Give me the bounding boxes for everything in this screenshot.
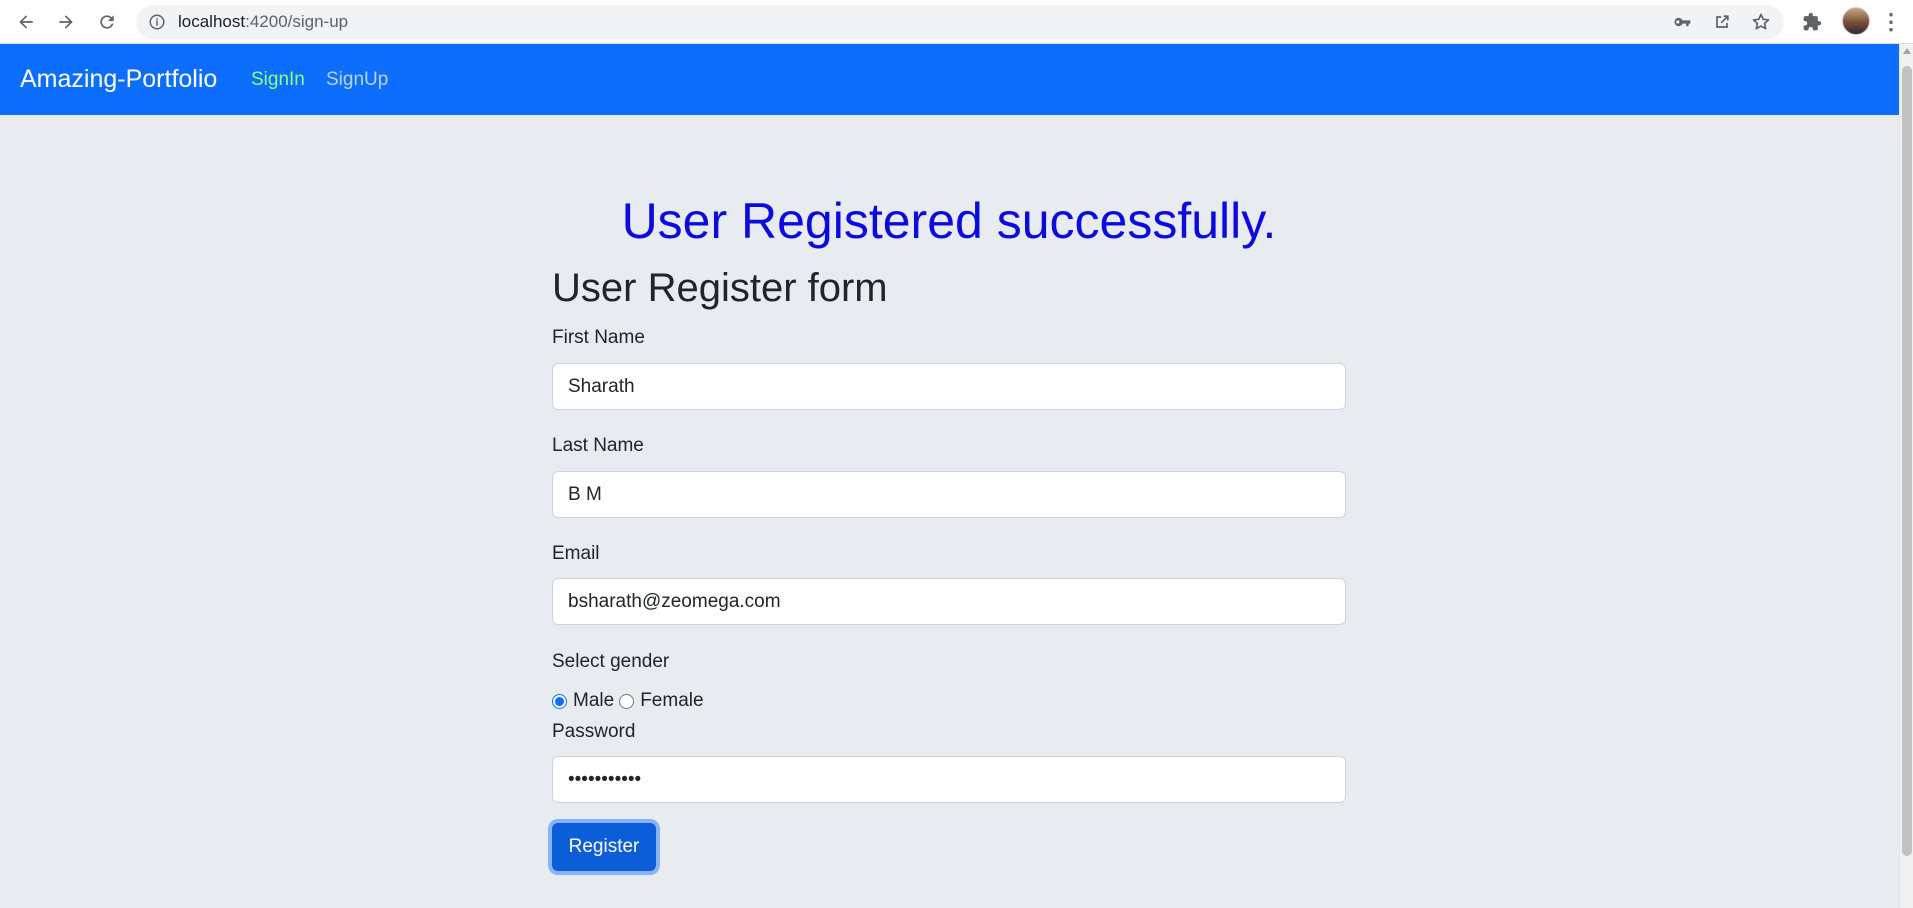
password-input[interactable] (552, 756, 1346, 803)
male-radio-label[interactable]: Male (573, 690, 614, 712)
info-icon[interactable] (148, 13, 166, 31)
register-button[interactable]: Register (552, 823, 656, 871)
female-radio-label[interactable]: Female (640, 690, 703, 712)
password-label: Password (552, 721, 636, 742)
url-text: localhost:4200/sign-up (178, 5, 348, 39)
last-name-label: Last Name (552, 435, 644, 456)
gender-radio-group: Male Female (552, 688, 709, 714)
profile-avatar[interactable] (1842, 7, 1870, 35)
success-message: User Registered successfully. (621, 193, 1277, 249)
back-arrow-icon[interactable] (10, 6, 42, 38)
email-input[interactable] (552, 578, 1346, 625)
star-icon[interactable] (1751, 12, 1771, 32)
url-path: :4200/sign-up (245, 12, 349, 31)
forward-arrow-icon[interactable] (50, 6, 82, 38)
key-icon[interactable] (1672, 12, 1692, 32)
female-radio[interactable] (619, 693, 635, 709)
form-title: User Register form (552, 266, 888, 310)
last-name-input[interactable] (552, 471, 1346, 518)
app-navbar: Amazing-Portfolio SignIn SignUp (0, 44, 1899, 115)
first-name-input[interactable] (552, 363, 1346, 410)
scroll-thumb[interactable] (1902, 66, 1912, 856)
more-vert-icon[interactable]: ⋮ (1878, 8, 1904, 36)
nav-link-signup[interactable]: SignUp (326, 44, 388, 115)
brand-link[interactable]: Amazing-Portfolio (20, 44, 217, 115)
url-host: localhost (178, 12, 246, 31)
page-scrollbar[interactable] (1899, 44, 1913, 908)
nav-link-signin[interactable]: SignIn (251, 44, 305, 115)
scroll-up-arrow-icon[interactable] (1903, 48, 1911, 54)
email-label: Email (552, 543, 600, 564)
puzzle-extension-icon[interactable] (1798, 8, 1826, 36)
browser-toolbar: localhost:4200/sign-up ⋮ (0, 0, 1913, 44)
male-radio[interactable] (552, 693, 567, 709)
reload-icon[interactable] (91, 6, 123, 38)
address-bar[interactable]: localhost:4200/sign-up (136, 5, 1784, 39)
gender-label: Select gender (552, 651, 670, 672)
share-icon[interactable] (1712, 12, 1732, 32)
first-name-label: First Name (552, 327, 645, 348)
